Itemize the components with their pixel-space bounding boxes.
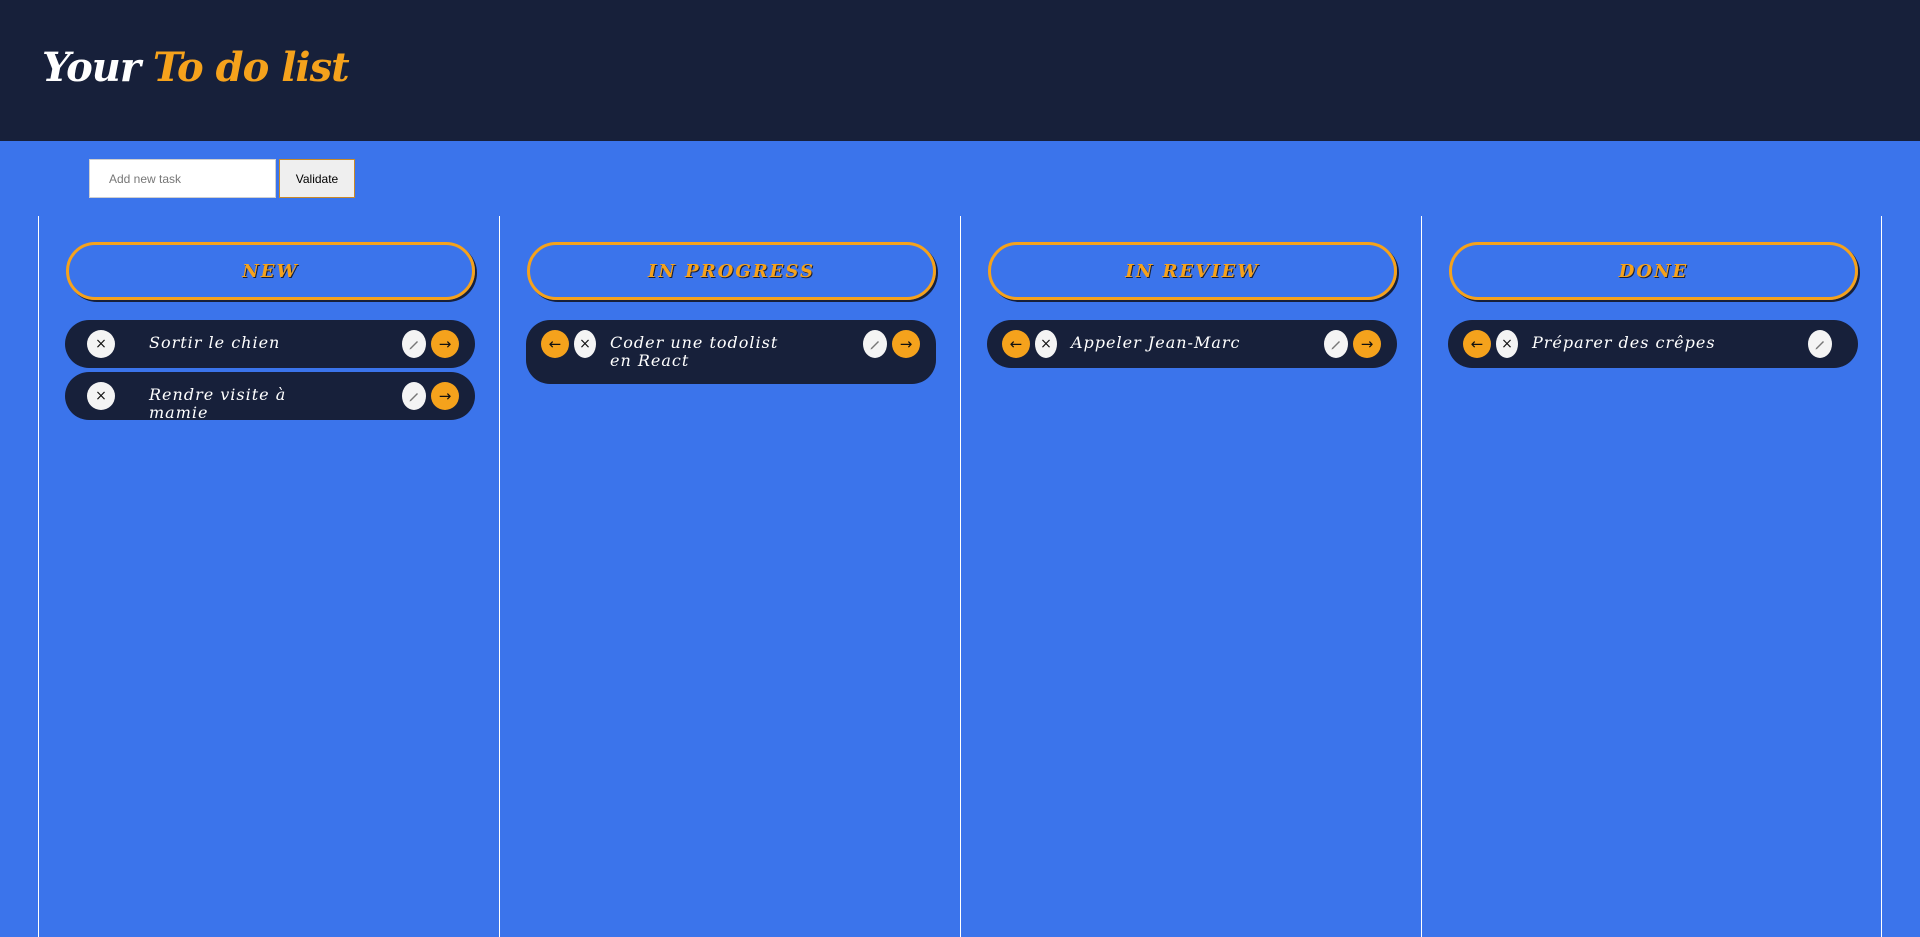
column-new: New × Sortir le chien → × Rendre visite … xyxy=(38,216,499,937)
column-in-review: In review ← × Appeler Jean-Marc → xyxy=(960,216,1421,937)
app-title-part1: Your xyxy=(42,44,141,91)
task-list-in-review: ← × Appeler Jean-Marc → xyxy=(987,320,1397,372)
task-card: ← × Coder une todolist en React → xyxy=(526,320,936,384)
task-text: Coder une todolist en React xyxy=(610,333,779,370)
edit-button[interactable] xyxy=(863,330,887,358)
kanban-board: New × Sortir le chien → × Rendre visite … xyxy=(38,216,1882,937)
edit-button[interactable] xyxy=(402,330,426,358)
move-prev-button[interactable]: ← xyxy=(1002,330,1030,358)
move-prev-button[interactable]: ← xyxy=(541,330,569,358)
column-title: In progress xyxy=(648,260,815,282)
validate-button[interactable]: Validate xyxy=(279,159,355,198)
edit-button[interactable] xyxy=(1808,330,1832,358)
pencil-icon xyxy=(1815,341,1824,350)
task-text: Appeler Jean-Marc xyxy=(1071,333,1241,352)
pencil-icon xyxy=(409,393,418,402)
app-title: Your To do list xyxy=(42,44,350,91)
column-header-new: New xyxy=(66,242,475,300)
delete-button[interactable]: × xyxy=(1496,330,1518,358)
move-next-button[interactable]: → xyxy=(892,330,920,358)
task-card: × Rendre visite à mamie → xyxy=(65,372,475,422)
task-text: Rendre visite à mamie xyxy=(149,385,287,422)
column-header-in-review: In review xyxy=(988,242,1397,300)
task-text: Préparer des crêpes xyxy=(1532,333,1716,352)
edit-button[interactable] xyxy=(1324,330,1348,358)
delete-button[interactable]: × xyxy=(87,382,115,410)
app-header: Your To do list xyxy=(0,0,1920,141)
column-done: Done ← × Préparer des crêpes xyxy=(1421,216,1882,937)
task-list-done: ← × Préparer des crêpes xyxy=(1448,320,1858,372)
delete-button[interactable]: × xyxy=(87,330,115,358)
task-list-in-progress: ← × Coder une todolist en React → xyxy=(526,320,936,388)
task-card: ← × Préparer des crêpes xyxy=(1448,320,1858,368)
task-list-new: × Sortir le chien → × Rendre visite à ma… xyxy=(65,320,475,424)
pencil-icon xyxy=(870,341,879,350)
column-title: In review xyxy=(1125,260,1260,282)
pencil-icon xyxy=(409,341,418,350)
move-next-button[interactable]: → xyxy=(1353,330,1381,358)
edit-button[interactable] xyxy=(402,382,426,410)
task-card: × Sortir le chien → xyxy=(65,320,475,368)
column-header-done: Done xyxy=(1449,242,1858,300)
move-next-button[interactable]: → xyxy=(431,382,459,410)
column-header-in-progress: In progress xyxy=(527,242,936,300)
move-next-button[interactable]: → xyxy=(431,330,459,358)
move-prev-button[interactable]: ← xyxy=(1463,330,1491,358)
delete-button[interactable]: × xyxy=(574,330,596,358)
column-in-progress: In progress ← × Coder une todolist en Re… xyxy=(499,216,960,937)
add-task-form: Validate xyxy=(89,159,355,198)
task-text: Sortir le chien xyxy=(149,333,281,352)
pencil-icon xyxy=(1331,341,1340,350)
app-title-part2: To do list xyxy=(152,44,350,91)
delete-button[interactable]: × xyxy=(1035,330,1057,358)
task-card: ← × Appeler Jean-Marc → xyxy=(987,320,1397,368)
add-task-input[interactable] xyxy=(89,159,276,198)
column-title: New xyxy=(242,260,299,282)
column-title: Done xyxy=(1618,260,1689,282)
